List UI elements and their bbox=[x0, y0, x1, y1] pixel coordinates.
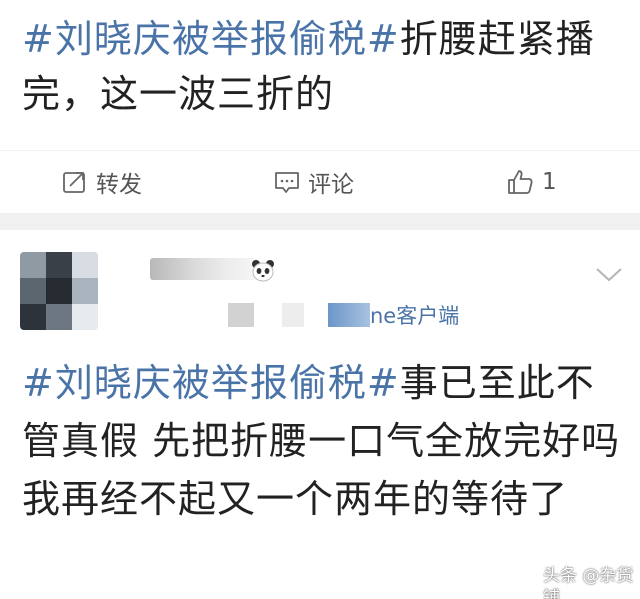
timestamp-redacted bbox=[228, 303, 254, 327]
repost-label: 转发 bbox=[96, 172, 142, 198]
comment-icon bbox=[274, 169, 300, 195]
chevron-down-icon[interactable] bbox=[595, 266, 623, 288]
post2-content: #刘晓庆被举报偷税#事已至此不管真假 先把折腰一口气全放完好吗 我再经不起又一个… bbox=[22, 354, 626, 528]
meta-redacted bbox=[282, 303, 304, 327]
weibo-feed: #刘晓庆被举报偷税#折腰赶紧播完，这一波三折的 转发 评论 1 ne客户端 #刘… bbox=[0, 0, 640, 599]
username-redacted[interactable] bbox=[150, 258, 258, 280]
post1-content: #刘晓庆被举报偷税#折腰赶紧播完，这一波三折的 bbox=[22, 12, 622, 122]
feed-divider bbox=[0, 213, 640, 230]
repost-button[interactable]: 转发 bbox=[62, 165, 142, 199]
panda-icon bbox=[250, 258, 276, 286]
like-button[interactable]: 1 bbox=[506, 165, 557, 199]
like-count: 1 bbox=[542, 169, 557, 195]
comment-label: 评论 bbox=[308, 172, 354, 198]
avatar[interactable] bbox=[20, 252, 98, 330]
thumbs-up-icon bbox=[506, 168, 534, 196]
client-source-label: ne客户端 bbox=[370, 304, 460, 328]
comment-button[interactable]: 评论 bbox=[274, 165, 354, 199]
client-prefix-redacted bbox=[328, 303, 370, 327]
watermark: 头条 @杂货铺 bbox=[543, 566, 634, 599]
repost-icon bbox=[62, 169, 88, 195]
post2-hashtag[interactable]: #刘晓庆被举报偷税# bbox=[22, 361, 400, 405]
post1-action-bar: 转发 评论 1 bbox=[0, 150, 640, 213]
post1-hashtag[interactable]: #刘晓庆被举报偷税# bbox=[22, 17, 400, 61]
